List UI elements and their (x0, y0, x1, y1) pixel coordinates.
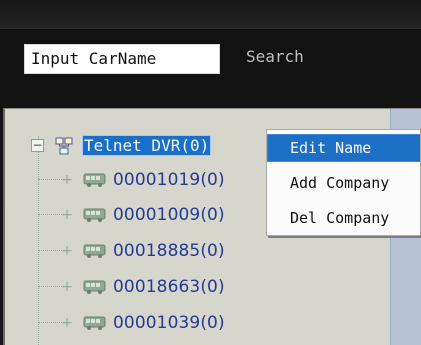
tree-vehicle-row[interactable]: + 00001009(0) (61, 199, 225, 230)
vehicle-label[interactable]: 00001019(0) (113, 170, 225, 190)
tree-root-label[interactable]: Telnet DVR(0) (82, 135, 212, 156)
bus-icon (83, 173, 106, 187)
vehicle-label[interactable]: 00018663(0) (113, 277, 225, 297)
tree-root-row[interactable]: − Telnet DVR(0) (31, 130, 212, 161)
expand-icon[interactable]: + (61, 280, 73, 294)
search-button[interactable]: Search (246, 48, 304, 72)
tree-context-menu: Edit Name Add Company Del Company (266, 129, 421, 236)
expand-icon[interactable]: + (61, 208, 73, 222)
app-window: Input CarName Search − Telnet DVR(0) + 0… (0, 0, 421, 345)
edit-name-menu-item[interactable]: Edit Name (267, 134, 420, 162)
expand-icon[interactable]: + (61, 316, 73, 330)
tree-vehicle-row[interactable]: + 00018663(0) (61, 271, 225, 302)
top-bar (0, 0, 421, 29)
tree-vehicle-row[interactable]: + 00001039(0) (61, 307, 225, 338)
expand-icon[interactable]: + (61, 244, 73, 258)
expand-icon[interactable]: + (61, 173, 73, 187)
network-icon (55, 137, 73, 154)
bus-icon (83, 280, 106, 294)
delete-company-menu-item[interactable]: Del Company (267, 204, 420, 232)
tree-vehicle-row[interactable]: + 00018885(0) (61, 235, 225, 266)
vehicle-label[interactable]: 00018885(0) (113, 241, 225, 261)
add-company-menu-item[interactable]: Add Company (267, 169, 420, 197)
bus-icon (83, 244, 106, 258)
vehicle-label[interactable]: 00001009(0) (113, 205, 225, 225)
bus-icon (83, 316, 106, 330)
car-name-search-input[interactable]: Input CarName (24, 44, 220, 74)
collapse-icon[interactable]: − (31, 139, 44, 152)
tree-connector-line (38, 136, 40, 345)
bus-icon (83, 208, 106, 222)
tree-vehicle-row[interactable]: + 00001019(0) (61, 164, 225, 195)
vehicle-label[interactable]: 00001039(0) (113, 313, 225, 333)
